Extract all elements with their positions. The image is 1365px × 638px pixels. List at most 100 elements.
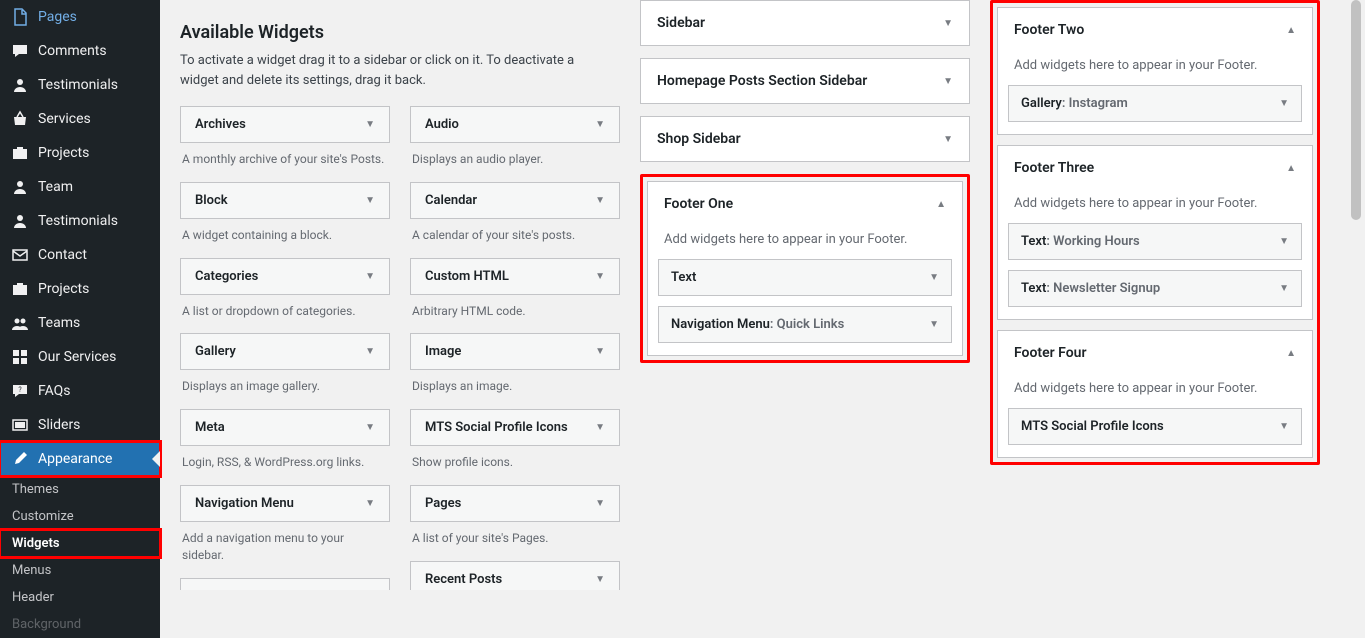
area-homepage-sidebar: Homepage Posts Section Sidebar▼ xyxy=(640,58,970,104)
nav-appearance[interactable]: Appearance xyxy=(0,442,160,476)
widget-custom-html[interactable]: Custom HTML▼ xyxy=(410,258,620,295)
nav-team[interactable]: Team xyxy=(0,170,160,204)
submenu-background[interactable]: Background xyxy=(0,611,160,638)
area-footer-two-widgets: Gallery: Instagram▼ xyxy=(998,85,1312,134)
chat-icon xyxy=(10,41,30,61)
area-homepage-sidebar-head[interactable]: Homepage Posts Section Sidebar▼ xyxy=(641,59,969,103)
widget-block[interactable]: Block▼ xyxy=(180,182,390,219)
widget-desc: A widget containing a block. xyxy=(180,219,390,248)
chevron-down-icon: ▼ xyxy=(595,119,605,130)
chevron-down-icon: ▼ xyxy=(595,498,605,509)
area-footer-two: Footer Two▲ Add widgets here to appear i… xyxy=(997,7,1313,135)
submenu-themes[interactable]: Themes xyxy=(0,476,160,503)
chevron-down-icon: ▼ xyxy=(943,134,953,145)
nav-services[interactable]: Services xyxy=(0,102,160,136)
available-widgets-desc: To activate a widget drag it to a sideba… xyxy=(180,51,600,90)
appearance-submenu: Themes Customize Widgets Menus Header Ba… xyxy=(0,476,160,638)
nav-contact[interactable]: Contact xyxy=(0,238,160,272)
area-footer-two-head[interactable]: Footer Two▲ xyxy=(998,8,1312,52)
scrollbar[interactable] xyxy=(1349,0,1363,590)
nav-projects[interactable]: Projects xyxy=(0,136,160,170)
submenu-customize[interactable]: Customize xyxy=(0,503,160,530)
nav-label: Pages xyxy=(38,7,77,27)
nav-pages[interactable]: Pages xyxy=(0,0,160,34)
sidebar-areas-column: Sidebar▼ Homepage Posts Section Sidebar▼… xyxy=(640,0,970,570)
area-sidebar: Sidebar▼ xyxy=(640,0,970,46)
chevron-down-icon: ▼ xyxy=(595,195,605,206)
portfolio-icon xyxy=(10,143,30,163)
highlight-footer-one: Footer One▲ Add widgets here to appear i… xyxy=(640,174,970,363)
widget-desc: A calendar of your site's posts. xyxy=(410,219,620,248)
placed-widget-mts-social[interactable]: MTS Social Profile Icons▼ xyxy=(1008,408,1302,445)
portfolio-icon xyxy=(10,279,30,299)
widget-desc: Arbitrary HTML code. xyxy=(410,295,620,324)
widget-audio[interactable]: Audio▼ xyxy=(410,106,620,143)
submenu-header[interactable]: Header xyxy=(0,584,160,611)
area-footer-three-head[interactable]: Footer Three▲ xyxy=(998,146,1312,190)
area-footer-four-head[interactable]: Footer Four▲ xyxy=(998,331,1312,375)
chevron-up-icon: ▲ xyxy=(1286,25,1296,36)
placed-widget-navmenu[interactable]: Navigation Menu: Quick Links▼ xyxy=(658,306,952,343)
widget-archives[interactable]: Archives▼ xyxy=(180,106,390,143)
mail-icon xyxy=(10,245,30,265)
placed-widget-text-hours[interactable]: Text: Working Hours▼ xyxy=(1008,223,1302,260)
widget-desc: Displays an audio player. xyxy=(410,143,620,172)
widget-desc: A list or dropdown of categories. xyxy=(180,295,390,324)
chevron-down-icon: ▼ xyxy=(365,346,375,357)
submenu-menus[interactable]: Menus xyxy=(0,557,160,584)
nav-label: Projects xyxy=(38,279,89,299)
chevron-down-icon: ▼ xyxy=(1279,236,1289,247)
grid-icon xyxy=(10,347,30,367)
widget-nav-menu[interactable]: Navigation Menu▼ xyxy=(180,485,390,522)
nav-projects-2[interactable]: Projects xyxy=(0,272,160,306)
nav-sliders[interactable]: Sliders xyxy=(0,408,160,442)
area-sidebar-head[interactable]: Sidebar▼ xyxy=(641,1,969,45)
area-shop-sidebar: Shop Sidebar▼ xyxy=(640,116,970,162)
widget-desc: A monthly archive of your site's Posts. xyxy=(180,143,390,172)
chevron-up-icon: ▲ xyxy=(1286,348,1296,359)
widget-mts-social[interactable]: MTS Social Profile Icons▼ xyxy=(410,409,620,446)
widget-categories[interactable]: Categories▼ xyxy=(180,258,390,295)
widget-recent-posts[interactable]: Recent Posts▼ xyxy=(410,561,620,590)
area-shop-sidebar-head[interactable]: Shop Sidebar▼ xyxy=(641,117,969,161)
widget-desc: Show profile icons. xyxy=(410,446,620,475)
page: Pages Comments Testimonials Services Pro… xyxy=(0,0,1365,590)
widget-pages[interactable]: Pages▼ xyxy=(410,485,620,522)
nav-testimonials-2[interactable]: Testimonials xyxy=(0,204,160,238)
chevron-down-icon: ▼ xyxy=(365,195,375,206)
nav-testimonials[interactable]: Testimonials xyxy=(0,68,160,102)
chevron-down-icon: ▼ xyxy=(595,346,605,357)
chevron-down-icon: ▼ xyxy=(595,422,605,433)
placed-widget-text-newsletter[interactable]: Text: Newsletter Signup▼ xyxy=(1008,270,1302,307)
widget-recent-comments[interactable]: Recent Comments▼ xyxy=(180,578,390,590)
widget-gallery[interactable]: Gallery▼ xyxy=(180,333,390,370)
nav-label: FAQs xyxy=(38,381,71,401)
basket-icon xyxy=(10,109,30,129)
placed-widget-gallery[interactable]: Gallery: Instagram▼ xyxy=(1008,85,1302,122)
nav-faqs[interactable]: ?FAQs xyxy=(0,374,160,408)
widget-meta[interactable]: Meta▼ xyxy=(180,409,390,446)
area-footer-one-head[interactable]: Footer One▲ xyxy=(648,182,962,226)
nav-teams[interactable]: Teams xyxy=(0,306,160,340)
submenu-widgets[interactable]: Widgets xyxy=(0,530,160,557)
nav-label: Testimonials xyxy=(38,75,118,95)
available-widgets-section: Available Widgets To activate a widget d… xyxy=(180,0,620,570)
chevron-down-icon: ▼ xyxy=(595,271,605,282)
nav-our-services[interactable]: Our Services xyxy=(0,340,160,374)
widget-desc: Displays an image gallery. xyxy=(180,370,390,399)
scroll-thumb[interactable] xyxy=(1351,0,1361,220)
nav-comments[interactable]: Comments xyxy=(0,34,160,68)
nav-label: Sliders xyxy=(38,415,80,435)
footer-areas-column: Footer Two▲ Add widgets here to appear i… xyxy=(990,0,1320,570)
placed-widget-text[interactable]: Text▼ xyxy=(658,259,952,296)
widget-image[interactable]: Image▼ xyxy=(410,333,620,370)
chevron-down-icon: ▼ xyxy=(1279,421,1289,432)
admin-sidebar: Pages Comments Testimonials Services Pro… xyxy=(0,0,160,590)
chevron-down-icon: ▼ xyxy=(365,271,375,282)
widget-calendar[interactable]: Calendar▼ xyxy=(410,182,620,219)
nav-label: Appearance xyxy=(38,449,112,469)
widget-desc: Displays an image. xyxy=(410,370,620,399)
nav-label: Our Services xyxy=(38,347,116,367)
chevron-down-icon: ▼ xyxy=(929,319,939,330)
brush-icon xyxy=(10,449,30,469)
